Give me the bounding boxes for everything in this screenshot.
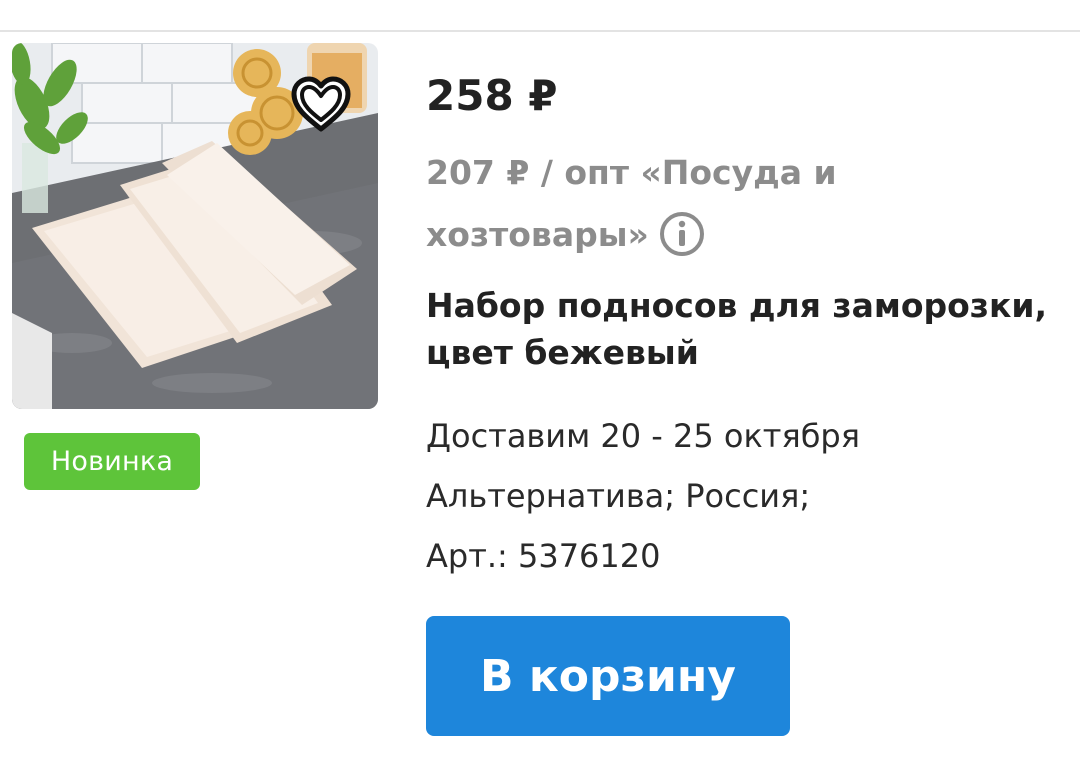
delivery-info: Доставим 20 - 25 октября	[426, 417, 860, 455]
product-sku: Арт.: 5376120	[426, 537, 661, 575]
supplier-info: Альтернатива; Россия;	[426, 477, 811, 515]
heart-icon[interactable]	[290, 76, 352, 134]
wholesale-price: 207 ₽ / опт «Посуда и хозтовары»	[426, 142, 846, 266]
wholesale-price-text: 207 ₽ / опт «Посуда и хозтовары»	[426, 153, 837, 254]
product-card: Новинка 258 ₽ 207 ₽ / опт «Посуда и хозт…	[0, 0, 1080, 763]
add-to-cart-button[interactable]: В корзину	[426, 616, 790, 736]
product-price: 258 ₽	[426, 71, 558, 120]
product-title[interactable]: Набор подносов для заморозки, цвет бежев…	[426, 282, 1056, 376]
info-icon[interactable]	[659, 211, 705, 257]
new-badge: Новинка	[24, 433, 200, 490]
